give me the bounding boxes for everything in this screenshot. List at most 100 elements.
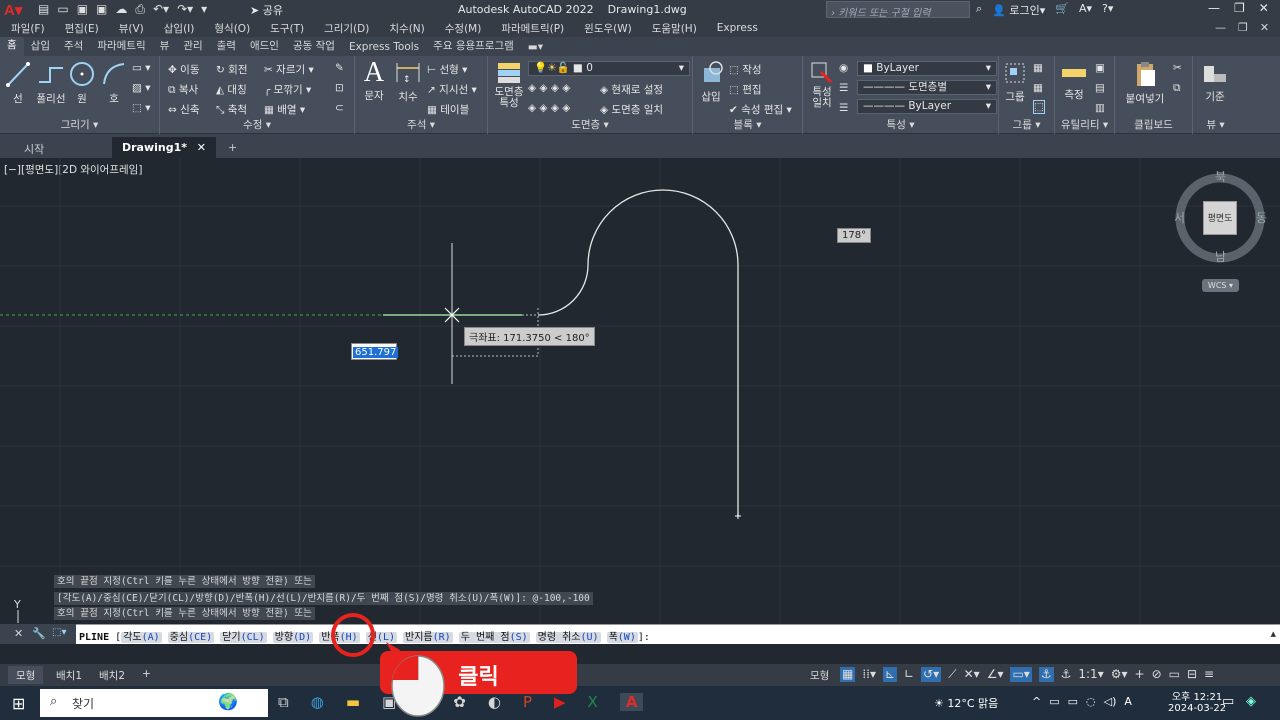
layer-dropdown[interactable]: 💡☀🔓 ■ 0 ▾ — [528, 61, 690, 76]
scale-button[interactable]: ⤡ 축척 — [216, 102, 247, 117]
insert-block-button[interactable]: 삽입 — [697, 60, 725, 104]
linetype-icon[interactable]: ☰ — [839, 82, 848, 94]
leader-button[interactable]: ↗ 지시선 ▾ — [427, 82, 477, 97]
wcs-menu[interactable]: WCS ▾ — [1202, 279, 1239, 292]
polar-tracking-icon[interactable]: ↺▾ — [921, 667, 942, 682]
compass-north[interactable]: 북 — [1215, 168, 1226, 185]
view-panel-title[interactable]: 뷰 ▾ — [1193, 117, 1238, 132]
array-button[interactable]: ▦ 배열 ▾ — [264, 102, 305, 117]
group-edit-icon[interactable]: ▦ — [1033, 82, 1043, 94]
command-history-toggle-icon[interactable]: ▴ — [1270, 627, 1276, 640]
color-dropdown[interactable]: ■ ByLayer ▾ — [857, 61, 997, 76]
windows-start-icon[interactable]: ⊞ — [12, 694, 25, 713]
text-button[interactable]: A 문자 — [359, 58, 389, 103]
grid-toggle-icon[interactable]: ▦ — [840, 667, 856, 682]
option-direction[interactable]: 방향(D) — [272, 632, 314, 643]
menu-tools[interactable]: 도구(T) — [260, 21, 314, 36]
menu-express[interactable]: Express — [707, 22, 768, 34]
search-icon[interactable]: ⌕ — [976, 2, 982, 18]
customize-icon[interactable]: ▾ — [201, 2, 207, 17]
new-icon[interactable]: ▤ — [38, 2, 49, 17]
menu-file[interactable]: 파일(F) — [0, 21, 55, 36]
paste-button[interactable]: 붙여넣기 — [1123, 60, 1167, 106]
restore-icon[interactable]: ❐ — [1238, 21, 1248, 34]
lineweight-dropdown[interactable]: ———— ByLayer ▾ — [857, 99, 997, 114]
trim-button[interactable]: ✂ 자르기 ▾ — [264, 62, 314, 77]
lineweight-toggle-icon[interactable]: ▭▾ — [1010, 667, 1032, 682]
tab-drawing1[interactable]: Drawing1* ✕ — [112, 137, 216, 158]
color-wheel-icon[interactable]: ◉ — [839, 62, 848, 74]
isodraft-icon[interactable]: ⟋ — [948, 667, 956, 682]
cloud-icon[interactable]: ☁ — [115, 2, 127, 17]
close-command-icon[interactable]: ✕ — [14, 627, 23, 640]
menu-parametric[interactable]: 파라메트릭(P) — [491, 21, 574, 36]
taskbar-search[interactable]: ⌕ 찾기 🌍 — [40, 689, 268, 717]
option-undo[interactable]: 명령 취소(U) — [535, 632, 601, 643]
tab-output[interactable]: 출력 — [210, 38, 243, 56]
weather-widget-icon[interactable]: 🌍 — [218, 692, 238, 711]
redo-icon[interactable]: ↷▾ — [177, 2, 193, 17]
layer-tools-row-1[interactable]: ◈ ◈ ◈ ◈ — [528, 82, 570, 94]
option-center[interactable]: 중심(CE) — [167, 632, 215, 643]
drawing-canvas[interactable]: Y — [0, 158, 1280, 623]
customize-wrench-icon[interactable]: 🔧 — [32, 627, 46, 640]
battery-icon[interactable]: ▭ — [1068, 695, 1078, 708]
measure-button[interactable]: 측정 — [1059, 62, 1089, 102]
close-icon[interactable]: ✕ — [1260, 21, 1269, 34]
network-icon[interactable]: ▭ — [1049, 695, 1059, 708]
object-snap-icon[interactable]: ∠▾ — [987, 667, 1004, 682]
tab-start[interactable]: 시작 — [14, 137, 54, 158]
tab-layout1[interactable]: 배치1 — [48, 666, 90, 684]
base-view-button[interactable]: 기준 — [1199, 62, 1231, 104]
search-input[interactable]: › 키워드 또는 구절 입력 — [826, 1, 970, 19]
wifi-icon[interactable]: ◌ — [1086, 695, 1096, 708]
help-icon[interactable]: ?▾ — [1102, 2, 1113, 18]
annotation-monitor-icon[interactable]: + — [1135, 667, 1145, 682]
minimize-icon[interactable]: — — [1215, 21, 1226, 34]
draw-panel-title[interactable]: 그리기 ▾ — [0, 117, 159, 132]
clock[interactable]: 오후 12:21 2024-03-22 — [1168, 688, 1226, 714]
line-button[interactable]: 선 — [4, 60, 32, 106]
tab-manage[interactable]: 관리 — [176, 38, 209, 56]
id-point-icon[interactable]: ▥ — [1095, 102, 1105, 114]
edge-icon[interactable]: ◍ — [311, 693, 324, 711]
clean-screen-icon[interactable]: ≡ — [1204, 667, 1214, 682]
annotation-scale-icon[interactable]: 1:1▾ — [1078, 667, 1103, 682]
stretch-button[interactable]: ⇔ 신축 — [168, 102, 199, 117]
boundary-icon[interactable]: ⬚ ▾ — [132, 102, 151, 114]
edit-block-button[interactable]: ⬚ 편집 — [729, 82, 762, 97]
menu-draw[interactable]: 그리기(D) — [314, 21, 379, 36]
distance-input[interactable]: 651.797 — [351, 343, 399, 360]
autodesk-a-icon[interactable]: A▾ — [1079, 2, 1092, 18]
app-icon[interactable]: ◐ — [488, 693, 501, 711]
open-icon[interactable]: ▭ — [57, 2, 68, 17]
login-button[interactable]: 👤 로그인▾ — [992, 2, 1045, 18]
group-select-icon[interactable]: ⬚ — [1033, 100, 1045, 114]
ribbon-toggle-icon[interactable]: ▬▾ — [521, 41, 550, 56]
groups-panel-title[interactable]: 그룹 ▾ — [999, 117, 1054, 132]
tab-express-tools[interactable]: Express Tools — [342, 41, 426, 56]
saveas-icon[interactable]: ▣ — [96, 2, 107, 17]
undo-icon[interactable]: ↶▾ — [153, 2, 169, 17]
minimize-icon[interactable]: — — [1208, 1, 1220, 15]
polyline-button[interactable]: 폴리선 — [34, 60, 68, 106]
menu-format[interactable]: 형식(O) — [204, 21, 260, 36]
copy-button[interactable]: ⧉ 복사 — [168, 82, 198, 97]
tab-addins[interactable]: 애드인 — [243, 38, 286, 56]
layer-match-button[interactable]: ◈ 도면층 일치 — [600, 102, 663, 117]
restore-icon[interactable]: ❐ — [1234, 1, 1245, 15]
app-icon[interactable]: ✿ — [453, 693, 466, 711]
annotation-visibility-icon[interactable]: ⚓ — [1038, 667, 1054, 682]
tab-featured-apps[interactable]: 주요 응용프로그램 — [426, 38, 521, 56]
command-line[interactable]: PLINE [각도(A) 중심(CE) 닫기(CL) 방향(D) 반폭(H) 선… — [76, 624, 1280, 644]
close-icon[interactable]: ✕ — [1259, 1, 1269, 15]
add-layout-icon[interactable]: + — [134, 666, 159, 684]
weather-status[interactable]: ☀ 12°C 맑음 — [934, 695, 998, 711]
youtube-icon[interactable]: ▶ — [554, 693, 566, 711]
ungroup-icon[interactable]: ▦ — [1033, 62, 1043, 74]
plot-icon[interactable]: ⎙ — [135, 2, 145, 17]
offset-icon[interactable]: ⊂ — [335, 102, 344, 114]
recent-commands-icon[interactable]: ⬚▾ — [52, 627, 66, 638]
tab-collaborate[interactable]: 공동 작업 — [286, 38, 342, 56]
layer-properties-button[interactable]: 도면층 특성 — [492, 60, 526, 109]
